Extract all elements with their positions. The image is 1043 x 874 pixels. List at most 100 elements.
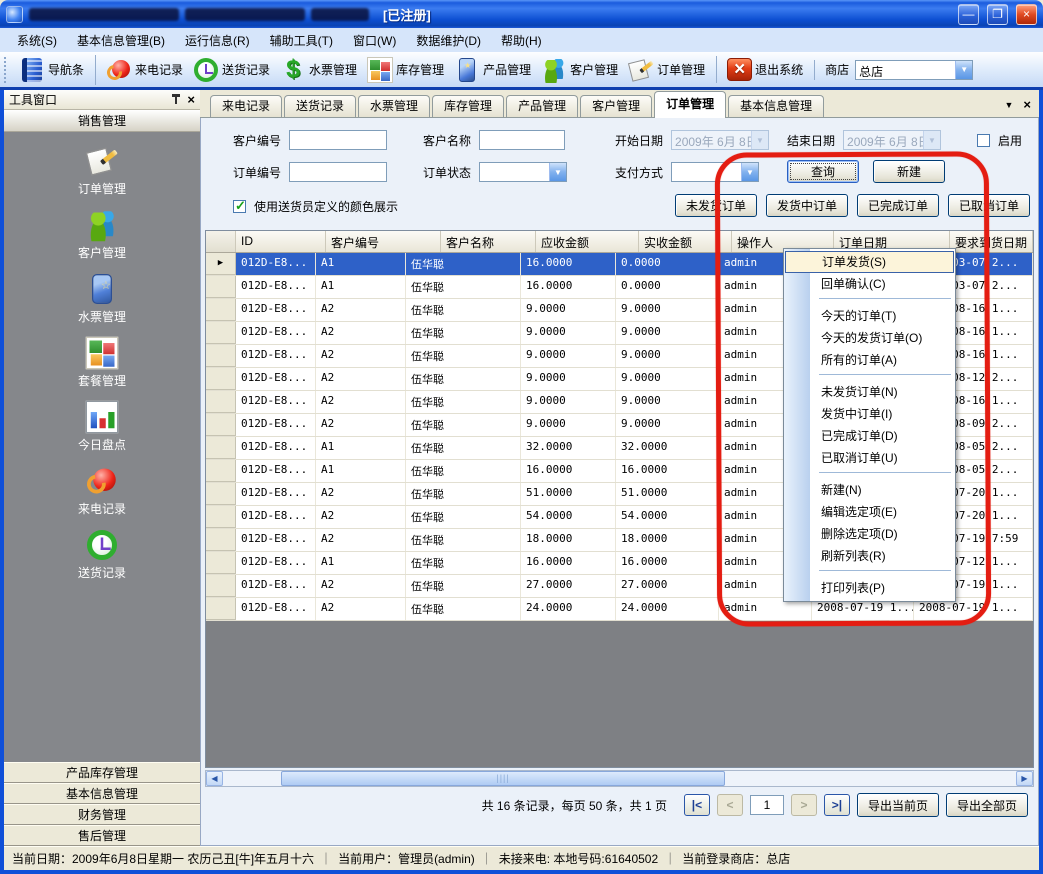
row-selector[interactable] bbox=[206, 529, 236, 551]
order-status-select[interactable]: ▼ bbox=[479, 162, 567, 182]
tab[interactable]: 客户管理 bbox=[580, 95, 652, 117]
color-display-checkbox[interactable] bbox=[233, 200, 246, 213]
new-button[interactable]: 新建 bbox=[873, 160, 945, 183]
toolbar-button[interactable]: 产品管理 bbox=[449, 55, 536, 85]
order-code-input[interactable] bbox=[289, 162, 387, 182]
order-status-filter-button[interactable]: 发货中订单 bbox=[766, 194, 848, 217]
menu-item[interactable]: 系统(S) bbox=[8, 30, 66, 51]
sidebar-item[interactable]: 送货记录 bbox=[4, 528, 200, 592]
column-header[interactable]: 客户编号 bbox=[326, 231, 441, 252]
row-selector[interactable] bbox=[206, 552, 236, 574]
context-menu-item[interactable]: 回单确认(C) bbox=[785, 273, 954, 295]
row-selector[interactable] bbox=[206, 414, 236, 436]
row-selector[interactable] bbox=[206, 506, 236, 528]
chevron-down-icon[interactable]: ▼ bbox=[549, 163, 566, 181]
toolbar-button[interactable]: 客户管理 bbox=[536, 55, 623, 85]
toolbar-button[interactable]: 送货记录 bbox=[188, 55, 275, 85]
scroll-right-arrow-icon[interactable]: ▶ bbox=[1016, 771, 1033, 786]
column-header[interactable]: 客户名称 bbox=[441, 231, 536, 252]
sidebar-item[interactable]: 订单管理 bbox=[4, 144, 200, 208]
context-menu-item[interactable]: 刷新列表(R) bbox=[785, 545, 954, 567]
next-page-button[interactable]: > bbox=[791, 794, 817, 816]
tab[interactable]: 水票管理 bbox=[358, 95, 430, 117]
chevron-down-icon[interactable]: ▼ bbox=[741, 163, 758, 181]
column-header[interactable]: ID bbox=[236, 231, 326, 252]
sidebar-item[interactable]: 套餐管理 bbox=[4, 336, 200, 400]
menu-item[interactable]: 辅助工具(T) bbox=[261, 30, 342, 51]
sidebar-item[interactable]: 客户管理 bbox=[4, 208, 200, 272]
row-selector[interactable] bbox=[206, 276, 236, 298]
tab[interactable]: 来电记录 bbox=[210, 95, 282, 117]
end-date-picker[interactable]: 2009年 6月 8日 ▼ bbox=[843, 130, 941, 150]
toolbar-grip[interactable] bbox=[4, 57, 10, 83]
scroll-left-arrow-icon[interactable]: ◀ bbox=[206, 771, 223, 786]
toolbar-button[interactable]: 库存管理 bbox=[362, 55, 449, 85]
row-selector[interactable] bbox=[206, 391, 236, 413]
column-header[interactable]: 实收金额 bbox=[639, 231, 732, 252]
scrollbar-thumb[interactable] bbox=[281, 771, 725, 786]
tab[interactable]: 库存管理 bbox=[432, 95, 504, 117]
sidebar-category-button[interactable]: 财务管理 bbox=[4, 804, 200, 825]
scrollbar-track[interactable] bbox=[223, 771, 1016, 786]
menu-item[interactable]: 窗口(W) bbox=[344, 30, 405, 51]
context-menu-item[interactable]: 今天的发货订单(O) bbox=[785, 327, 954, 349]
minimize-button[interactable]: — bbox=[958, 4, 979, 25]
sidebar-category-button[interactable]: 基本信息管理 bbox=[4, 783, 200, 804]
context-menu-item[interactable] bbox=[785, 298, 954, 305]
prev-page-button[interactable]: < bbox=[717, 794, 743, 816]
page-number-input[interactable] bbox=[750, 795, 784, 815]
row-selector[interactable] bbox=[206, 368, 236, 390]
close-button[interactable]: × bbox=[1016, 4, 1037, 25]
tab[interactable]: 产品管理 bbox=[506, 95, 578, 117]
sidebar-item[interactable]: 水票管理 bbox=[4, 272, 200, 336]
menu-item[interactable]: 帮助(H) bbox=[492, 30, 551, 51]
row-selector[interactable] bbox=[206, 299, 236, 321]
context-menu-item[interactable]: 编辑选定项(E) bbox=[785, 501, 954, 523]
customer-name-input[interactable] bbox=[479, 130, 565, 150]
context-menu-item[interactable]: 发货中订单(I) bbox=[785, 403, 954, 425]
row-selector[interactable] bbox=[206, 460, 236, 482]
tab[interactable]: 基本信息管理 bbox=[728, 95, 824, 117]
export-all-pages-button[interactable]: 导出全部页 bbox=[946, 793, 1028, 817]
sidebar-category-button[interactable]: 售后管理 bbox=[4, 825, 200, 846]
export-current-page-button[interactable]: 导出当前页 bbox=[857, 793, 939, 817]
order-status-filter-button[interactable]: 未发货订单 bbox=[675, 194, 757, 217]
context-menu-item[interactable]: 未发货订单(N) bbox=[785, 381, 954, 403]
toolbar-button[interactable]: 来电记录 bbox=[95, 55, 188, 85]
row-selector[interactable] bbox=[206, 575, 236, 597]
context-menu-item[interactable]: 所有的订单(A) bbox=[785, 349, 954, 371]
tab[interactable]: 送货记录 bbox=[284, 95, 356, 117]
pay-method-select[interactable]: ▼ bbox=[671, 162, 759, 182]
context-menu-item[interactable]: 已取消订单(U) bbox=[785, 447, 954, 469]
chevron-down-icon[interactable]: ▼ bbox=[955, 61, 972, 79]
context-menu-item[interactable]: 已完成订单(D) bbox=[785, 425, 954, 447]
context-menu-item[interactable]: 订单发货(S) bbox=[785, 251, 954, 273]
row-selector[interactable] bbox=[206, 437, 236, 459]
close-icon[interactable]: × bbox=[187, 93, 195, 106]
menu-item[interactable]: 运行信息(R) bbox=[176, 30, 259, 51]
sidebar-category-button[interactable]: 产品库存管理 bbox=[4, 762, 200, 783]
row-selector[interactable] bbox=[206, 322, 236, 344]
context-menu-item[interactable] bbox=[785, 374, 954, 381]
menu-item[interactable]: 基本信息管理(B) bbox=[68, 30, 174, 51]
row-selector[interactable] bbox=[206, 345, 236, 367]
pin-icon[interactable] bbox=[171, 94, 181, 106]
context-menu-item[interactable]: 新建(N) bbox=[785, 479, 954, 501]
toolbar-button[interactable]: 订单管理 bbox=[623, 55, 710, 85]
toolbar-button[interactable]: 水票管理 bbox=[275, 55, 362, 85]
enable-checkbox[interactable] bbox=[977, 134, 990, 147]
order-status-filter-button[interactable]: 已完成订单 bbox=[857, 194, 939, 217]
column-header[interactable]: 应收金额 bbox=[536, 231, 639, 252]
context-menu-item[interactable] bbox=[785, 472, 954, 479]
sidebar-item[interactable]: 今日盘点 bbox=[4, 400, 200, 464]
toolbar-button[interactable]: 退出系统 bbox=[716, 56, 808, 83]
close-icon[interactable]: × bbox=[1023, 98, 1031, 111]
sidebar-item[interactable]: 来电记录 bbox=[4, 464, 200, 528]
row-selector[interactable] bbox=[206, 598, 236, 620]
tab[interactable]: 订单管理 bbox=[654, 91, 726, 118]
row-selector[interactable] bbox=[206, 483, 236, 505]
row-selector[interactable]: ▶ bbox=[206, 253, 236, 275]
column-header[interactable]: 要求到货日期 bbox=[950, 231, 1033, 252]
context-menu-item[interactable]: 打印列表(P) bbox=[785, 577, 954, 599]
toolbar-button[interactable]: 导航条 bbox=[14, 55, 89, 85]
